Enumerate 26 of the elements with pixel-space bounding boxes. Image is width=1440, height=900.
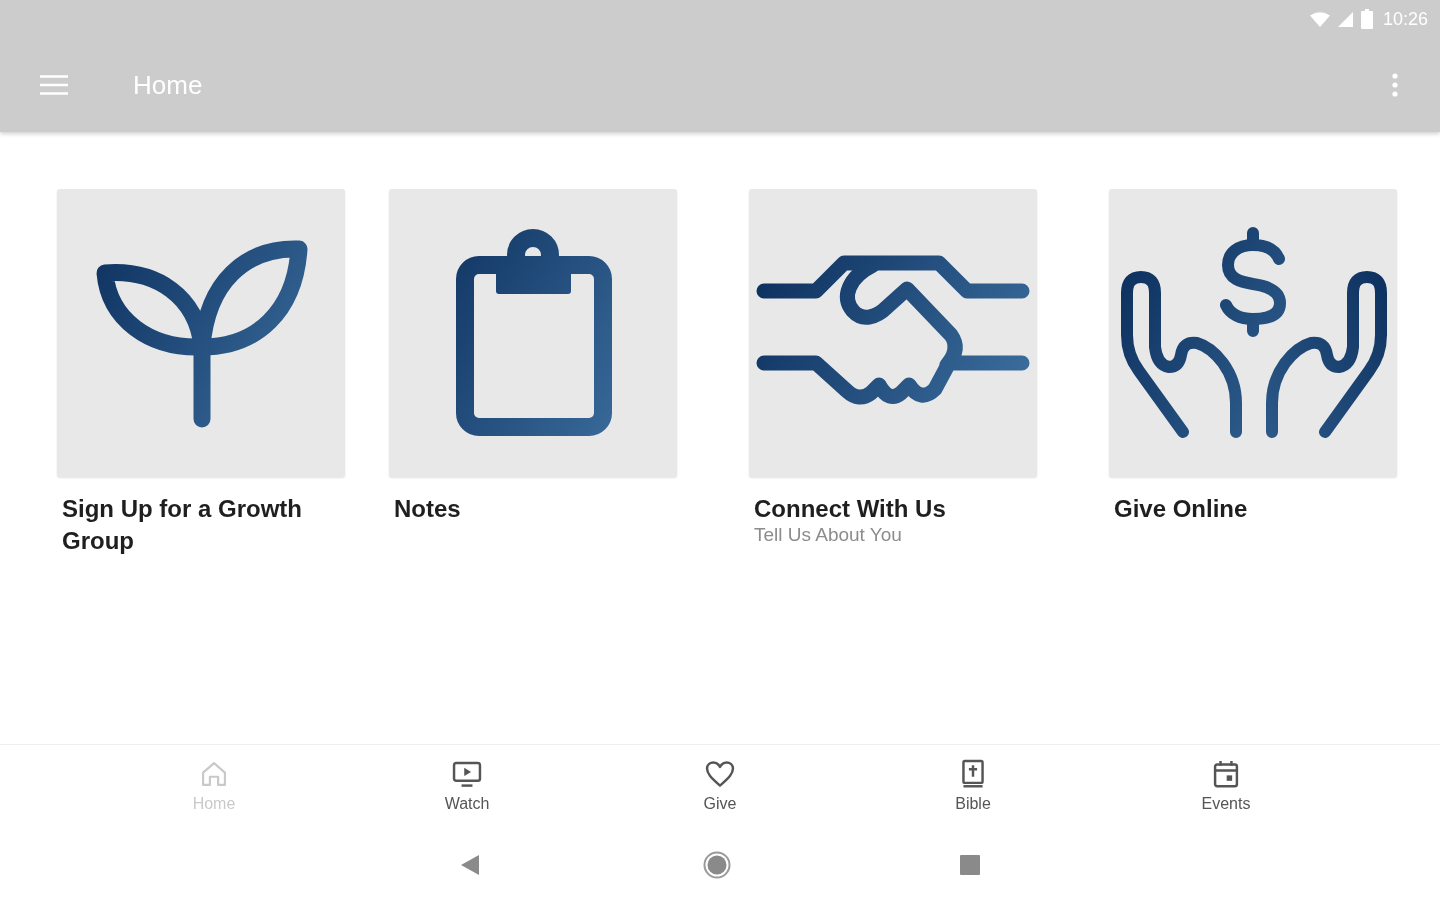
tile-title: Connect With Us: [753, 494, 947, 524]
calendar-icon: [1211, 759, 1241, 789]
battery-icon: [1360, 9, 1373, 29]
cellular-signal-icon: [1337, 11, 1353, 27]
tile-subtitle: Tell Us About You: [753, 523, 903, 547]
tile-title: Sign Up for a Growth Group: [61, 494, 303, 556]
menu-icon: [40, 75, 68, 95]
tv-play-icon: [452, 759, 482, 789]
home-circle-icon[interactable]: [702, 851, 731, 879]
tile[interactable]: [389, 189, 677, 477]
tile-title: Notes: [393, 494, 462, 524]
wifi-icon: [1309, 11, 1330, 27]
recents-square-icon[interactable]: [959, 855, 980, 875]
tile-title: Give Online: [1113, 494, 1249, 524]
more-vertical-icon: [1392, 73, 1398, 97]
heart-icon: [705, 759, 735, 789]
tile[interactable]: [57, 189, 345, 477]
clipboard-icon: [455, 228, 613, 436]
bottom-nav-tab[interactable]: Watch: [440, 745, 494, 814]
house-icon: [199, 759, 229, 789]
tile[interactable]: [1109, 189, 1397, 477]
bottom-nav-tab[interactable]: Events: [1197, 745, 1255, 814]
tile[interactable]: [749, 189, 1037, 477]
bottom-nav-tab[interactable]: Give: [699, 745, 741, 814]
bottom-nav-tab[interactable]: Bible: [951, 745, 995, 814]
back-icon[interactable]: [460, 855, 479, 875]
